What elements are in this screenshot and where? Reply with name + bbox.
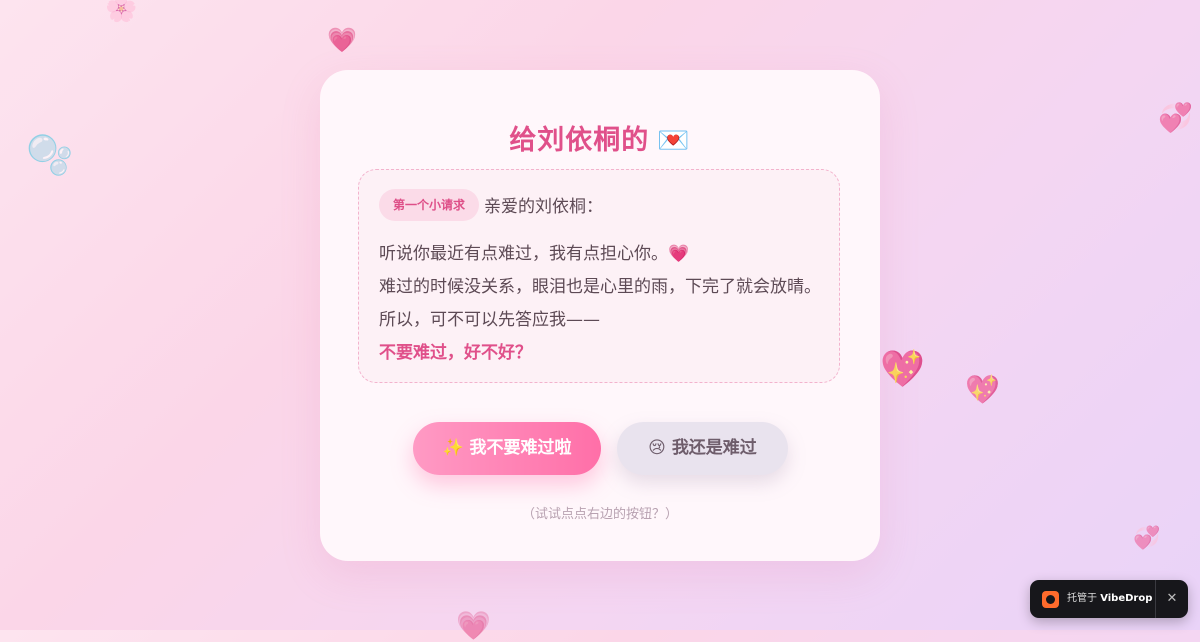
- heart-icon: 💗: [456, 609, 491, 642]
- card-title: 给刘依桐的 💌: [320, 118, 880, 157]
- not-sad-button[interactable]: ✨ 我不要难过啦: [413, 422, 601, 475]
- bubbles-icon: 🫧: [26, 133, 74, 177]
- sparkling-heart-icon: 💖: [880, 349, 925, 390]
- vibedrop-logo-icon: [1042, 591, 1059, 608]
- letter-line: 听说你最近有点难过，我有点担心你。💗: [379, 244, 690, 264]
- flower-icon: 🌸: [105, 0, 138, 24]
- love-letter-icon: 💌: [657, 126, 691, 156]
- page: { "card": { "title": "给刘依桐的", "title_ico…: [0, 0, 1200, 640]
- sparkling-heart-icon: 💖: [965, 373, 1000, 406]
- hosted-prefix: 托管于: [1067, 593, 1097, 604]
- hosted-by-text: 托管于 VibeDrop: [1067, 580, 1152, 618]
- highlight-question: 不要难过，好不好？: [379, 343, 532, 363]
- close-icon[interactable]: ✕: [1156, 580, 1188, 618]
- letter-box: 第一个小请求 亲爱的刘依桐： 听说你最近有点难过，我有点担心你。💗 难过的时候没…: [358, 169, 840, 383]
- hint-text: （试试点点右边的按钮？）: [521, 507, 678, 522]
- letter-card: 给刘依桐的 💌 第一个小请求 亲爱的刘依桐： 听说你最近有点难过，我有点担心你。💗…: [320, 70, 880, 561]
- hosted-by-badge[interactable]: 托管于 VibeDrop ✕: [1030, 580, 1188, 618]
- still-sad-button[interactable]: 😢 我还是难过: [617, 422, 788, 475]
- greeting: 亲爱的刘依桐：: [484, 197, 603, 217]
- request-badge: 第一个小请求: [379, 189, 480, 221]
- letter-line: 所以，可不可以先答应我——: [379, 310, 600, 330]
- hearts-icon: 💞: [1158, 101, 1193, 134]
- title-text: 给刘依桐的: [509, 125, 650, 156]
- hearts-icon: 💞: [1133, 526, 1161, 551]
- letter-line: 难过的时候没关系，眼泪也是心里的雨，下完了就会放晴。: [379, 277, 821, 297]
- heart-icon: 💗: [327, 26, 357, 54]
- brand-name: VibeDrop: [1100, 593, 1153, 604]
